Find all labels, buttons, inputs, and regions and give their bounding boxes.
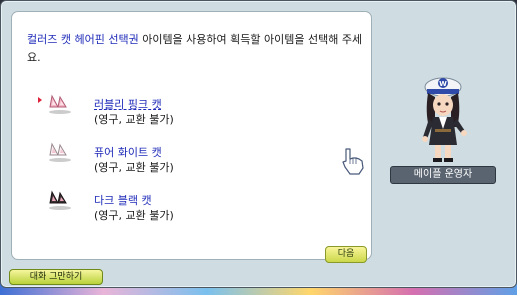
- next-button[interactable]: 다음: [325, 246, 367, 263]
- option-note: (영구, 교환 불가): [94, 113, 174, 126]
- dialog-text-panel: 컬러즈 캣 헤어핀 선택권 아이템을 사용하여 획득할 아이템을 선택해 주세요…: [11, 11, 372, 263]
- npc-dialog-window: 컬러즈 캣 헤어핀 선택권 아이템을 사용하여 획득할 아이템을 선택해 주세요…: [0, 0, 517, 288]
- option-name: 러블리 핑크 캣: [94, 98, 162, 111]
- item-name-highlight: 컬러즈 캣 헤어핀 선택권: [27, 33, 139, 46]
- option-note: (영구, 교환 불가): [94, 209, 174, 222]
- option-lovely-pink-cat[interactable]: 러블리 핑크 캣 (영구, 교환 불가): [38, 92, 322, 128]
- dialog-message: 컬러즈 캣 헤어핀 선택권 아이템을 사용하여 획득할 아이템을 선택해 주세요…: [27, 31, 367, 67]
- pink-cat-hairpin-icon: [49, 94, 71, 114]
- selection-arrow-icon: [38, 97, 42, 103]
- npc-character-sprite: W: [422, 77, 467, 162]
- option-pure-white-cat[interactable]: 퓨어 화이트 캣 (영구, 교환 불가): [42, 140, 322, 176]
- white-cat-hairpin-icon: [49, 142, 71, 162]
- black-cat-hairpin-icon: [49, 190, 71, 210]
- npc-name-tag: 메이플 운영자: [390, 166, 496, 184]
- option-name: 다크 블랙 캣: [94, 194, 152, 207]
- option-note: (영구, 교환 불가): [94, 161, 174, 174]
- option-name: 퓨어 화이트 캣: [94, 146, 162, 159]
- option-dark-black-cat[interactable]: 다크 블랙 캣 (영구, 교환 불가): [42, 188, 322, 224]
- svg-text:W: W: [439, 80, 447, 88]
- pointer-hand-icon: [342, 148, 364, 175]
- end-chat-button[interactable]: 대화 그만하기: [9, 269, 103, 285]
- npc-portrait-area: W 메이플 운영자: [373, 11, 513, 258]
